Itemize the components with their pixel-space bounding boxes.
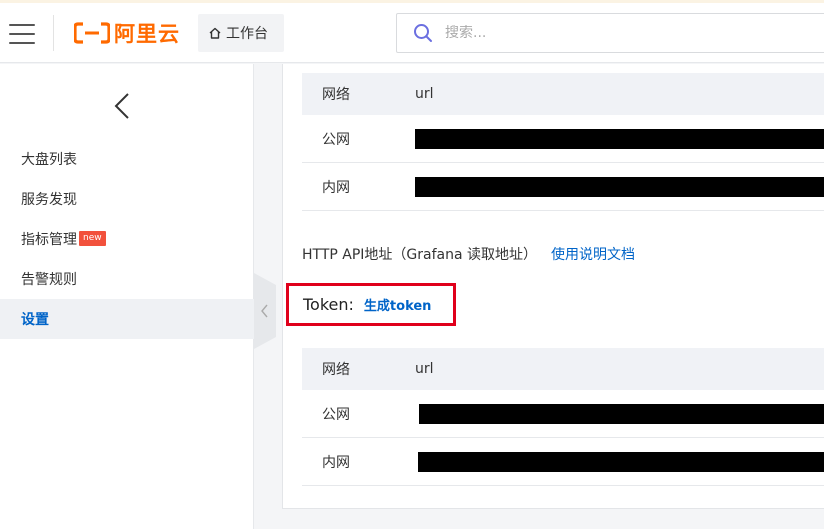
- http-api-label: HTTP API地址（Grafana 读取地址）: [302, 247, 538, 263]
- http-api-section: HTTP API地址（Grafana 读取地址） 使用说明文档: [302, 244, 635, 264]
- sidebar-item-label: 设置: [21, 312, 49, 328]
- token-label: Token:: [303, 295, 354, 314]
- workbench-button[interactable]: 工作台: [198, 14, 284, 52]
- top-navbar: 阿里云 工作台: [0, 3, 824, 63]
- search-icon[interactable]: [413, 23, 433, 43]
- network-cell: 公网: [322, 131, 350, 148]
- sidebar-item-settings[interactable]: 设置: [0, 299, 254, 339]
- chevron-left-icon: [260, 303, 270, 319]
- table-row: 内网: [302, 438, 824, 486]
- network-cell: 内网: [322, 454, 350, 471]
- table-row: 内网: [302, 163, 824, 211]
- column-header-network: 网络: [322, 362, 350, 378]
- doc-link[interactable]: 使用说明文档: [551, 244, 635, 264]
- home-icon: [209, 27, 221, 39]
- sidebar-item-label: 告警规则: [21, 272, 77, 288]
- redacted-url: [418, 451, 824, 472]
- sidebar: 大盘列表 服务发现 指标管理 new 告警规则 设置: [0, 64, 254, 529]
- redacted-url: [415, 128, 824, 149]
- api-url-table: 网络 url 公网 内网: [302, 73, 824, 211]
- network-cell: 内网: [322, 179, 350, 196]
- sidebar-item-dashboards[interactable]: 大盘列表: [0, 139, 254, 179]
- redacted-url: [419, 403, 824, 424]
- table-header: 网络 url: [302, 73, 824, 115]
- new-badge: new: [79, 230, 106, 246]
- search-box[interactable]: [396, 13, 824, 53]
- sidebar-item-alert-rules[interactable]: 告警规则: [0, 259, 254, 299]
- sidebar-item-label: 服务发现: [21, 192, 77, 208]
- sidebar-item-label: 大盘列表: [21, 152, 77, 168]
- menu-icon[interactable]: [9, 24, 35, 44]
- redacted-url: [415, 176, 824, 197]
- logo-text: 阿里云: [114, 22, 180, 46]
- generate-token-link[interactable]: 生成token: [364, 295, 432, 314]
- sidebar-item-service-discovery[interactable]: 服务发现: [0, 179, 254, 219]
- sidebar-item-metrics[interactable]: 指标管理 new: [0, 219, 254, 259]
- network-cell: 公网: [322, 406, 350, 423]
- sidebar-item-label: 指标管理: [21, 232, 77, 248]
- column-header-network: 网络: [322, 87, 350, 103]
- aliyun-logo-icon: [74, 22, 110, 44]
- search-input[interactable]: [445, 25, 745, 41]
- column-header-url: url: [415, 361, 434, 377]
- sidebar-collapse-toggle[interactable]: [254, 273, 276, 349]
- token-url-table: 网络 url 公网 内网: [302, 348, 824, 486]
- workbench-label: 工作台: [226, 26, 268, 42]
- table-header: 网络 url: [302, 348, 824, 390]
- token-highlight-box: Token: 生成token: [286, 283, 456, 326]
- chevron-left-icon[interactable]: [110, 92, 134, 124]
- divider: [53, 15, 54, 51]
- aliyun-logo[interactable]: 阿里云: [74, 20, 180, 46]
- table-row: 公网: [302, 115, 824, 163]
- table-row: 公网: [302, 390, 824, 438]
- column-header-url: url: [415, 86, 434, 102]
